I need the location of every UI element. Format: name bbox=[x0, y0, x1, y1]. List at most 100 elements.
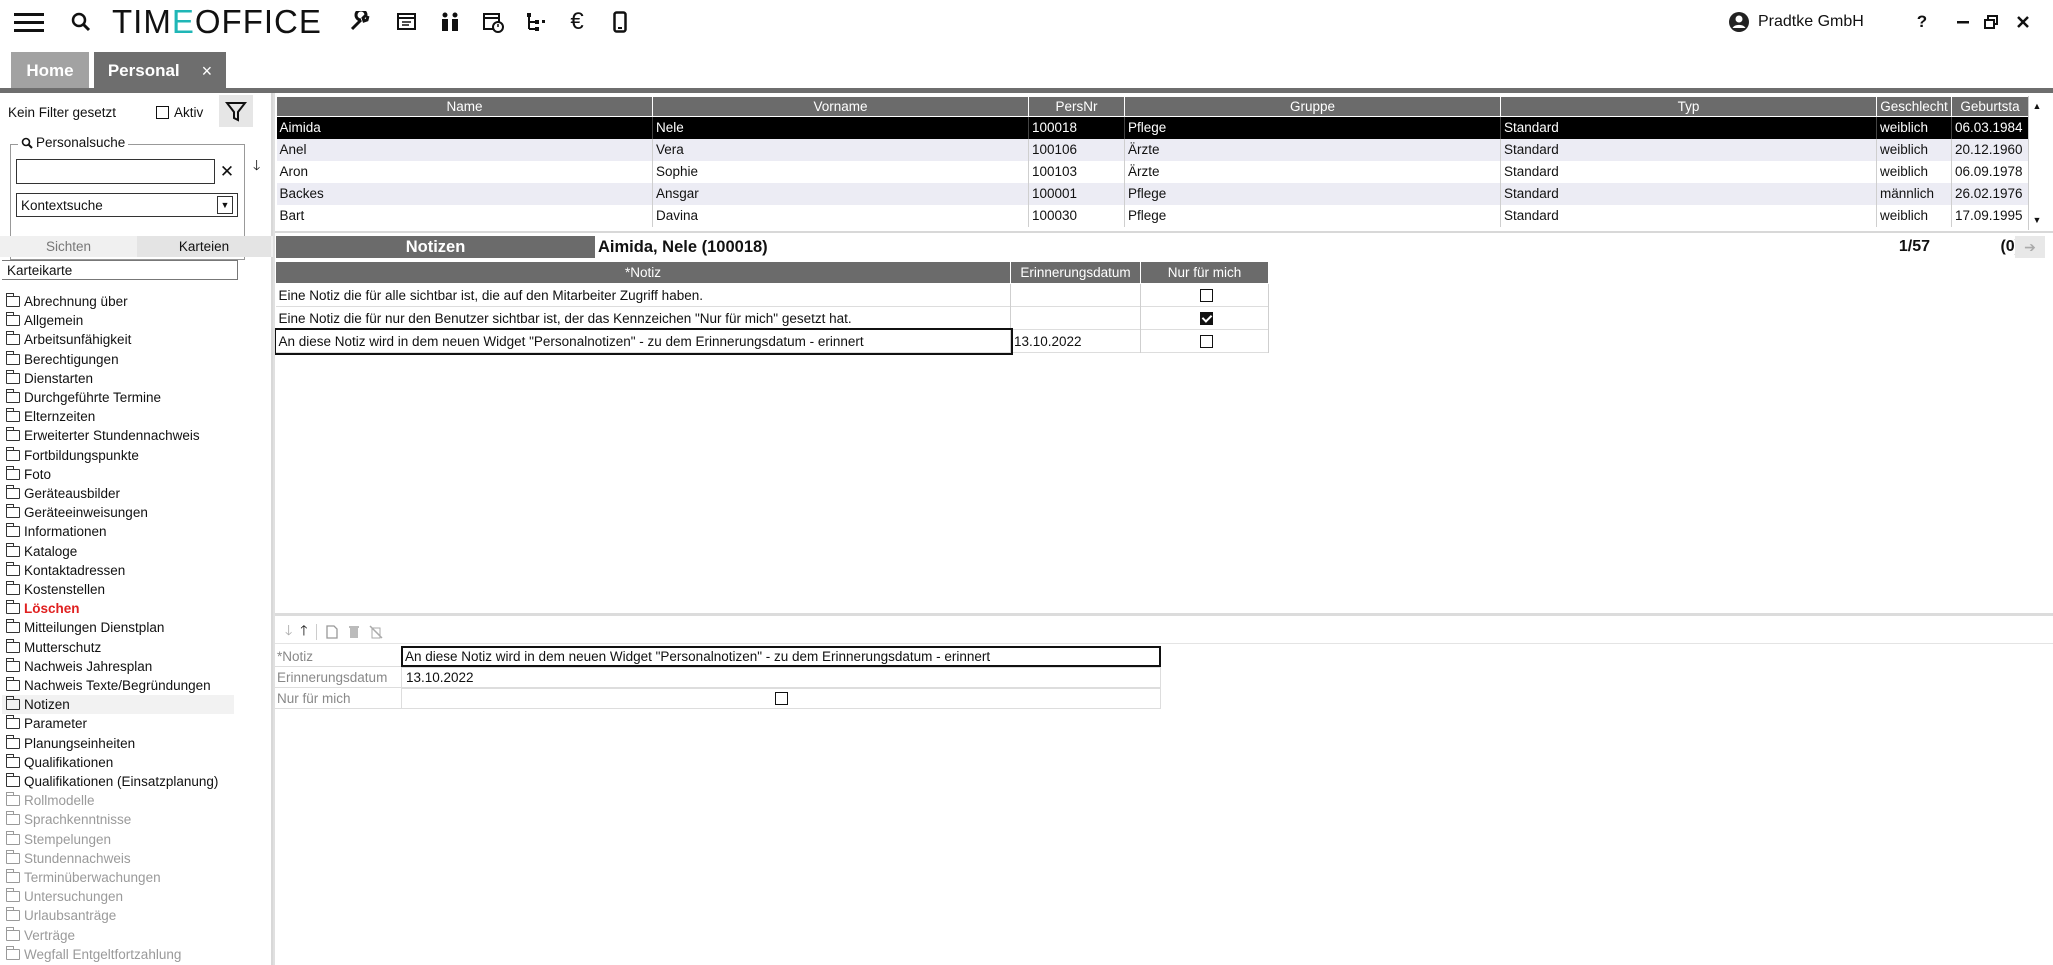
tree-item[interactable]: Notizen bbox=[2, 695, 234, 715]
tree-item[interactable]: Geräteausbilder bbox=[6, 484, 120, 503]
aktiv-label: Aktiv bbox=[174, 105, 204, 120]
tab-personal[interactable]: Personal × bbox=[94, 52, 226, 90]
tree-item[interactable]: Mitteilungen Dienstplan bbox=[6, 618, 164, 637]
scroll-down-icon[interactable]: ▼ bbox=[2029, 210, 2045, 230]
tree-item[interactable]: Kontaktadressen bbox=[6, 561, 125, 580]
new-document-icon[interactable] bbox=[325, 624, 339, 639]
tab-sichten[interactable]: Sichten bbox=[0, 236, 137, 257]
tree-item[interactable]: Sprachkenntnisse bbox=[6, 810, 131, 829]
table-row[interactable]: Bart Davina 100030 Pflege Standard weiblich 17… bbox=[276, 204, 2029, 227]
tree-item[interactable]: Arbeitsunfähigkeit bbox=[6, 330, 131, 349]
tree-item[interactable]: Verträge bbox=[6, 926, 75, 945]
people-icon[interactable] bbox=[438, 8, 462, 36]
tree-item[interactable]: Parameter bbox=[6, 714, 87, 733]
scroll-up-icon[interactable]: ▲ bbox=[2029, 96, 2045, 116]
menu-icon[interactable] bbox=[14, 8, 44, 36]
column-header[interactable]: Geburtsta bbox=[1951, 96, 2029, 117]
tab-home[interactable]: Home bbox=[11, 52, 89, 90]
wrench-icon[interactable] bbox=[347, 8, 371, 36]
own-checkbox[interactable] bbox=[1199, 289, 1213, 303]
tree-item[interactable]: Foto bbox=[6, 465, 51, 484]
folder-icon bbox=[6, 888, 20, 903]
tree-item[interactable]: Berechtigungen bbox=[6, 350, 119, 369]
aktiv-checkbox-box[interactable] bbox=[156, 106, 169, 119]
personalsuche-legend: Personalsuche bbox=[18, 135, 129, 150]
tree-item[interactable]: Abrechnung über bbox=[6, 292, 128, 311]
tree-item[interactable]: Urlaubsanträge bbox=[6, 906, 116, 925]
folder-icon bbox=[6, 350, 20, 365]
tree-item[interactable]: Stempelungen bbox=[6, 830, 111, 849]
tree-item[interactable]: Löschen bbox=[6, 599, 80, 618]
tree-item[interactable]: Erweiterter Stundennachweis bbox=[6, 426, 200, 445]
table-cell: 17.09.1995 bbox=[1951, 204, 2029, 227]
tree-item[interactable]: Nachweis Texte/Begründungen bbox=[6, 676, 211, 695]
next-record-icon[interactable]: ➔ bbox=[2015, 236, 2045, 258]
tree-item[interactable]: Durchgeführte Termine bbox=[6, 388, 161, 407]
move-up-icon[interactable]: 🡑 bbox=[300, 620, 307, 644]
tree-item[interactable]: Planungseinheiten bbox=[6, 734, 135, 753]
table-row[interactable]: Aimida Nele 100018 Pflege Standard weiblich 06… bbox=[276, 116, 2029, 139]
tree-item[interactable]: Stundennachweis bbox=[6, 849, 131, 868]
tab-karteien[interactable]: Karteien bbox=[137, 236, 271, 257]
tree-item[interactable]: Geräteeinweisungen bbox=[6, 503, 148, 522]
tree-item[interactable]: Untersuchungen bbox=[6, 887, 123, 906]
table-row[interactable]: Aron Sophie 100103 Ärzte Standard weiblich 06.… bbox=[276, 160, 2029, 183]
context-search-select[interactable]: Kontextsuche ▼ bbox=[16, 193, 238, 217]
column-header[interactable]: Gruppe bbox=[1124, 96, 1501, 117]
note-row[interactable]: Eine Notiz die für alle sichtbar ist, di… bbox=[275, 283, 1269, 307]
tree-item[interactable]: Mutterschutz bbox=[6, 638, 101, 657]
tree-item[interactable]: Informationen bbox=[6, 522, 107, 541]
tab-close-icon[interactable]: × bbox=[202, 61, 213, 82]
column-header[interactable]: Geschlecht bbox=[1876, 96, 1952, 117]
column-header[interactable]: Typ bbox=[1500, 96, 1877, 117]
column-header[interactable]: PersNr bbox=[1028, 96, 1125, 117]
mobile-icon[interactable] bbox=[610, 8, 630, 36]
tree-item[interactable]: Fortbildungspunkte bbox=[6, 446, 139, 465]
arrow-down-icon[interactable]: 🡓 bbox=[253, 155, 260, 179]
tree-item[interactable]: Qualifikationen (Einsatzplanung) bbox=[6, 772, 218, 791]
notes-column-header[interactable]: *Notiz bbox=[275, 261, 1011, 284]
tree-item[interactable]: Kataloge bbox=[6, 542, 77, 561]
personal-search-input[interactable] bbox=[16, 159, 215, 184]
hierarchy-icon[interactable] bbox=[524, 8, 548, 36]
notes-column-header[interactable]: Erinnerungsdatum bbox=[1010, 261, 1141, 284]
calendar-clock-icon[interactable] bbox=[481, 8, 505, 36]
company-menu[interactable]: Pradtke GmbH bbox=[1728, 8, 1864, 36]
tree-item[interactable]: Qualifikationen bbox=[6, 753, 113, 772]
note-row[interactable]: An diese Notiz wird in dem neuen Widget … bbox=[273, 327, 1269, 355]
tree-item[interactable]: Allgemein bbox=[6, 311, 83, 330]
column-header[interactable]: Name bbox=[276, 96, 653, 117]
notiz-input[interactable]: An diese Notiz wird in dem neuen Widget … bbox=[401, 646, 1161, 667]
employee-scrollbar[interactable]: ▲ ▼ bbox=[2028, 96, 2045, 230]
own-checkbox[interactable] bbox=[774, 692, 788, 705]
euro-icon[interactable]: € bbox=[565, 8, 589, 36]
table-row[interactable]: Anel Vera 100106 Ärzte Standard weiblich 20.12… bbox=[276, 138, 2029, 161]
tree-item[interactable]: Dienstarten bbox=[6, 369, 93, 388]
close-window-icon[interactable] bbox=[2015, 8, 2031, 36]
notes-column-header[interactable]: Nur für mich bbox=[1140, 261, 1269, 284]
tree-item[interactable]: Wegfall Entgeltfortzahlung bbox=[6, 945, 181, 964]
table-row[interactable]: Backes Ansgar 100001 Pflege Standard männlich… bbox=[276, 182, 2029, 205]
minimize-icon[interactable] bbox=[1955, 8, 1971, 36]
delete-all-icon[interactable] bbox=[369, 624, 383, 639]
column-header[interactable]: Vorname bbox=[652, 96, 1029, 117]
tree-item[interactable]: Rollmodelle bbox=[6, 791, 95, 810]
own-checkbox[interactable] bbox=[1199, 335, 1213, 349]
date-input[interactable]: 13.10.2022 bbox=[401, 667, 1161, 688]
splitter[interactable] bbox=[274, 231, 2053, 233]
tree-item[interactable]: Terminüberwachungen bbox=[6, 868, 161, 887]
search-icon[interactable] bbox=[70, 8, 92, 36]
own-checkbox[interactable] bbox=[1199, 312, 1213, 326]
note-row[interactable]: Eine Notiz die für nur den Benutzer sich… bbox=[275, 306, 1269, 330]
tree-item[interactable]: Kostenstellen bbox=[6, 580, 105, 599]
calendar-list-icon[interactable] bbox=[395, 8, 419, 36]
filter-button[interactable] bbox=[219, 95, 253, 127]
delete-icon[interactable] bbox=[347, 625, 361, 639]
move-down-icon[interactable]: 🡓 bbox=[285, 620, 292, 644]
clear-search-icon[interactable]: ✕ bbox=[217, 159, 237, 184]
tree-item[interactable]: Elternzeiten bbox=[6, 407, 95, 426]
restore-icon[interactable] bbox=[1983, 8, 1999, 36]
aktiv-checkbox[interactable]: Aktiv bbox=[156, 105, 203, 120]
tree-item[interactable]: Nachweis Jahresplan bbox=[6, 657, 152, 676]
help-icon[interactable]: ? bbox=[1912, 8, 1932, 36]
